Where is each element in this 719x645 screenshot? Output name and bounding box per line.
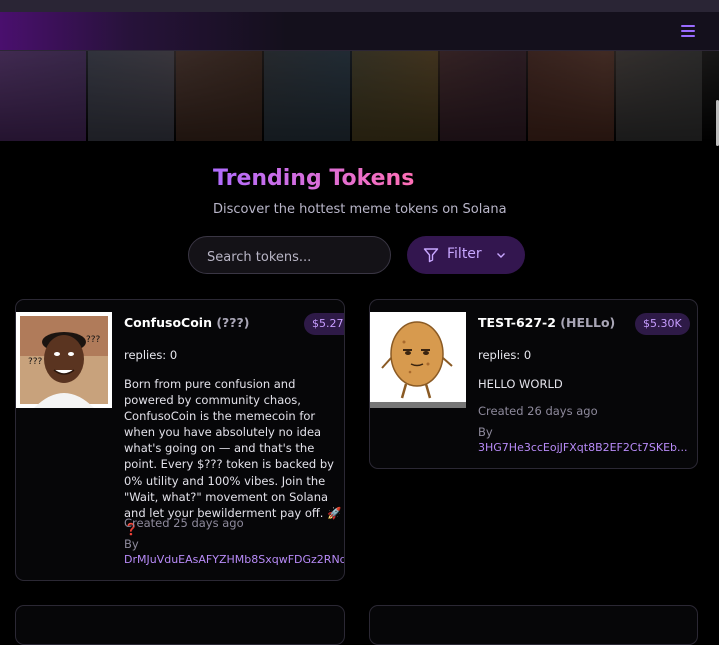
token-name-text: TEST-627-2: [478, 315, 556, 330]
creator-address-link[interactable]: DrMJuVduEAsAFYZHMb8SxqwFDGz2RNq1: [124, 553, 344, 566]
token-symbol: (???): [216, 315, 250, 330]
filter-button[interactable]: Filter: [407, 236, 525, 274]
page-title: Trending Tokens: [213, 166, 415, 191]
hero-image-tile: [616, 51, 702, 141]
token-image: [370, 312, 466, 408]
page-subtitle: Discover the hottest meme tokens on Sola…: [213, 202, 507, 217]
hero-image-tile: [264, 51, 350, 141]
created-time: Created 26 days ago: [478, 404, 598, 418]
creator-by-label: By: [124, 537, 139, 551]
filter-label: Filter: [447, 246, 482, 262]
hero-image-tile: [528, 51, 614, 141]
filter-icon: [423, 248, 439, 263]
browser-top-strip: [0, 0, 719, 12]
search-input[interactable]: [205, 246, 379, 268]
top-navbar: [0, 12, 719, 51]
hero-image-tile: [352, 51, 438, 141]
token-image: ??? ???: [16, 312, 112, 408]
token-symbol: (HELLo): [560, 315, 616, 330]
creator-by-label: By: [478, 425, 493, 439]
replies-count: replies: 0: [478, 348, 532, 362]
hero-image-tile: [176, 51, 262, 141]
created-time: Created 25 days ago: [124, 516, 244, 530]
market-cap-badge: $5.27K: [304, 313, 344, 335]
chevron-down-icon: [497, 253, 505, 258]
creator-address-link[interactable]: 3HG7He3ccEojJFXqt8B2EF2Ct7SKEb...: [478, 441, 688, 454]
market-cap-badge: $5.30K: [635, 313, 690, 335]
token-description: Born from pure confusion and powered by …: [124, 377, 342, 536]
token-name-text: ConfusoCoin: [124, 315, 212, 330]
svg-text:???: ???: [28, 357, 43, 367]
token-card[interactable]: TEST-627-2 (HELLo) $5.30K replies: 0 HEL…: [369, 299, 698, 469]
token-card[interactable]: ??? ??? ConfusoCoin (???) $5.27K replies…: [15, 299, 345, 581]
hero-banner: [0, 51, 719, 141]
search-box[interactable]: [188, 236, 391, 274]
hero-image-tile: [440, 51, 526, 141]
hero-image-tile: [88, 51, 174, 141]
token-name[interactable]: ConfusoCoin (???): [124, 315, 250, 330]
hero-image-tile: [0, 51, 86, 141]
svg-text:???: ???: [86, 335, 101, 345]
replies-count: replies: 0: [124, 348, 178, 362]
token-name[interactable]: TEST-627-2 (HELLo): [478, 315, 615, 330]
hamburger-menu-icon[interactable]: [681, 25, 695, 37]
token-card[interactable]: [15, 605, 345, 645]
token-description: HELLO WORLD: [478, 377, 563, 391]
token-card[interactable]: [369, 605, 698, 645]
